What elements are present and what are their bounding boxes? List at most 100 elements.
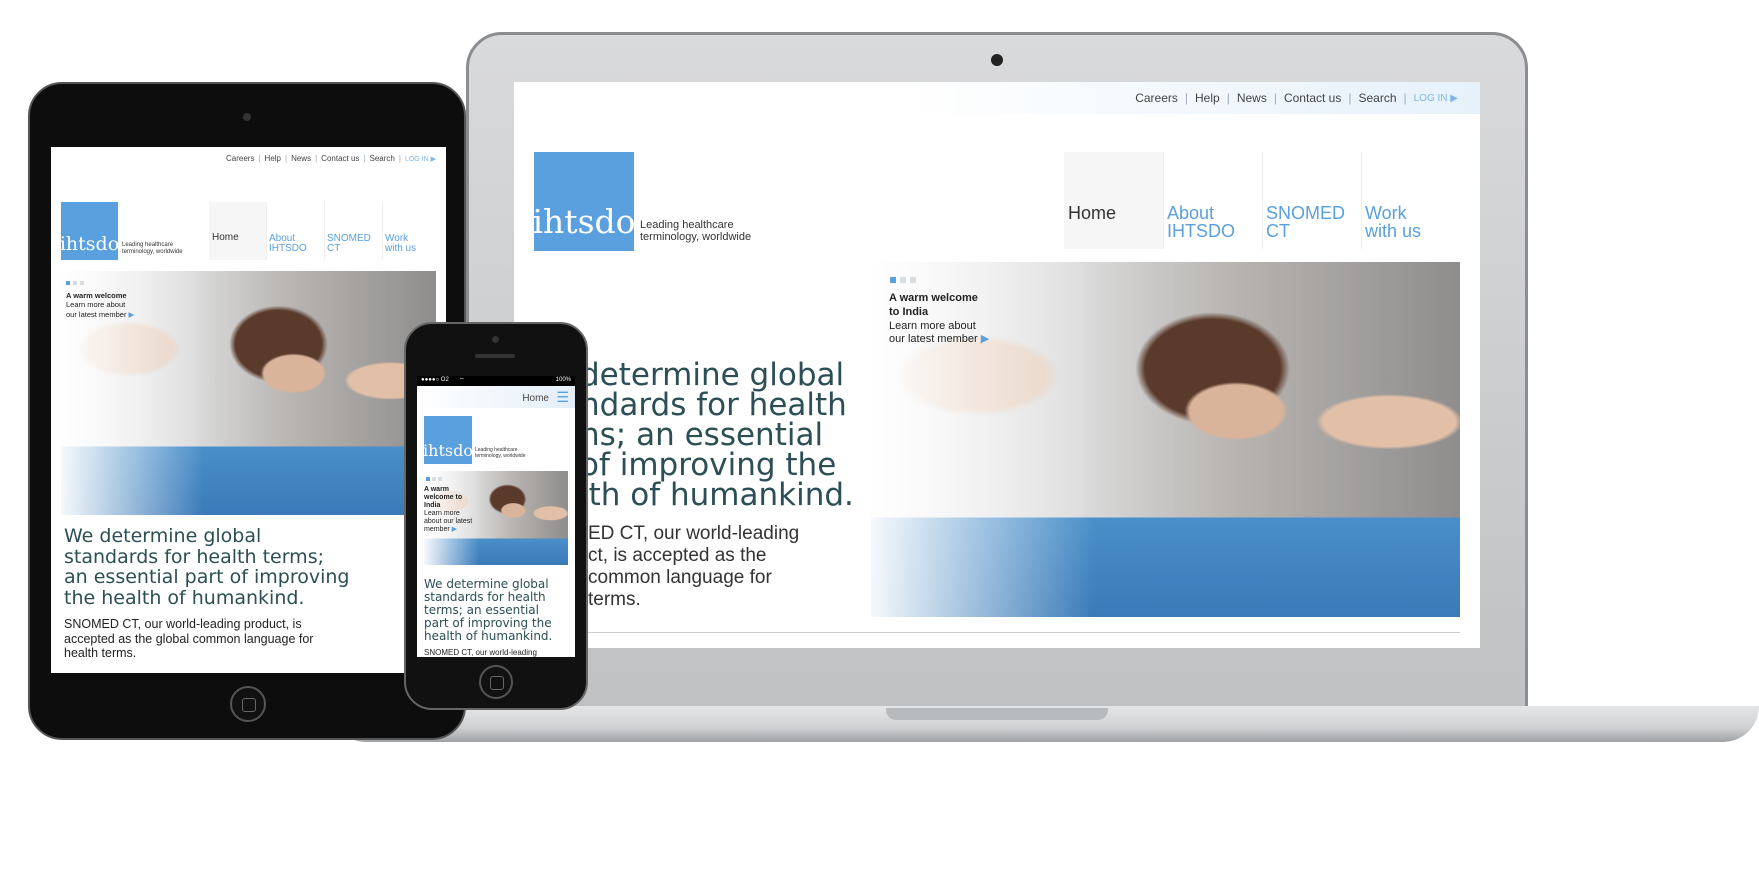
tab-about-line-1: About: [1167, 203, 1215, 223]
top-nav: Careers | Help | News | Contact us | Search |…: [226, 154, 436, 163]
tab-about-line-2: IHTSDO: [269, 243, 307, 254]
hero-body: SNOMED CT, our world-leading: [424, 648, 537, 657]
divider: [564, 632, 1460, 633]
laptop-notch: [886, 708, 1108, 720]
tab-snomed-line-2: CT: [1266, 221, 1290, 241]
tab-work[interactable]: Work with us: [1362, 152, 1461, 249]
tab-home[interactable]: Home: [209, 202, 267, 260]
nav-help-link[interactable]: Help: [265, 154, 281, 163]
carousel-dot[interactable]: [890, 277, 896, 283]
headline-line-1: We determine global: [64, 525, 262, 547]
carousel-dot[interactable]: [910, 277, 916, 283]
carousel-caption[interactable]: A warm welcome Learn more about our late…: [66, 291, 134, 319]
body-line-1: ED CT, our world-leading: [588, 523, 800, 544]
carousel-dot[interactable]: [80, 281, 84, 285]
body-line-2: ct, is accepted as the: [588, 545, 767, 566]
tab-snomed-line-1: SNOMED: [1266, 203, 1346, 223]
tablet-screen: Careers | Help | News | Contact us | Search |…: [51, 147, 446, 673]
logo-text: ihtsdo: [423, 441, 473, 460]
carousel-caption[interactable]: A warm welcome to India Learn more about…: [424, 486, 472, 534]
headline-line-3: ns; an essential: [580, 417, 824, 453]
tab-work[interactable]: Work with us: [383, 202, 441, 260]
carousel-dot[interactable]: [66, 281, 70, 285]
logo-text: ihtsdo: [59, 233, 120, 255]
main-nav: Home About IHTSDO SNOMED CT Work with us: [1064, 152, 1461, 249]
login-link[interactable]: LOG IN ▶: [405, 155, 436, 163]
headline-line-3: an essential part of improving: [64, 566, 350, 588]
headline-line-5: lth of humankind.: [580, 477, 854, 513]
carousel-dot[interactable]: [426, 477, 430, 481]
tagline: Leading healthcare terminology, worldwid…: [475, 447, 525, 459]
hero-body: SNOMED CT, our world-leading product, is…: [64, 617, 313, 661]
tablet-camera: [243, 113, 251, 121]
carousel-dots: [66, 281, 84, 285]
caption-title-1: A warm welcome: [66, 291, 127, 300]
wifi-icon: ⌔: [459, 378, 465, 384]
caption-title-2: to India: [889, 305, 929, 318]
ihtsdo-logo[interactable]: ihtsdo: [59, 202, 120, 260]
tagline: Leading healthcare terminology, worldwid…: [640, 219, 751, 243]
tab-about-line-2: IHTSDO: [1167, 221, 1236, 241]
carousel-dot[interactable]: [432, 477, 436, 481]
carousel-dot[interactable]: [438, 477, 442, 481]
headline-line-1: determine global: [580, 357, 845, 393]
caption-link-1: Learn more about: [889, 319, 976, 332]
nav-contact-link[interactable]: Contact us: [1284, 91, 1341, 105]
caption-title-3: India: [424, 502, 441, 510]
login-link[interactable]: LOG IN ▶: [1414, 93, 1458, 104]
tab-snomed[interactable]: SNOMED CT: [1263, 152, 1362, 249]
body-line-4: terms.: [588, 589, 641, 610]
tab-work-line-2: with us: [385, 243, 417, 254]
carousel-dot[interactable]: [73, 281, 77, 285]
nav-help-link[interactable]: Help: [1195, 91, 1220, 105]
nav-careers-link[interactable]: Careers: [226, 154, 254, 163]
carrier-label: ●●●●○ O2: [421, 377, 449, 383]
carousel-dot[interactable]: [900, 277, 906, 283]
nav-news-link[interactable]: News: [1237, 91, 1267, 105]
headline-line-4: the health of humankind.: [64, 586, 305, 609]
body-line-1: SNOMED CT, our world-leading product, is: [64, 617, 302, 631]
tab-about[interactable]: About IHTSDO: [267, 202, 325, 260]
ihtsdo-logo[interactable]: ihtsdo: [423, 416, 473, 464]
phone-screen: ●●●●○ O2 ⌔ 100% Home ☰ ihtsdo Leading he…: [417, 376, 575, 657]
tagline-line-2: terminology, worldwide: [640, 231, 752, 244]
tab-snomed[interactable]: SNOMED CT: [325, 202, 383, 260]
ihtsdo-logo[interactable]: ihtsdo: [533, 152, 636, 251]
tablet-home-button[interactable]: [230, 686, 266, 722]
tab-home-label: Home: [212, 232, 239, 243]
caption-title-1: A warm welcome: [889, 292, 978, 304]
tagline: Leading healthcare terminology, worldwid…: [122, 242, 183, 255]
tab-home[interactable]: Home: [1064, 152, 1164, 249]
caption-arrow-icon: ▶: [128, 309, 135, 319]
nav-contact-link[interactable]: Contact us: [321, 154, 359, 163]
body-line-2: accepted as the global common language f…: [64, 631, 314, 646]
hero-headline: determine global ndards for health ns; a…: [580, 357, 854, 513]
top-nav: Careers | Help | News | Contact us | Search |…: [1135, 91, 1458, 105]
caption-link-2: about our latest: [424, 518, 473, 526]
hero-headline: We determine global standards for health…: [424, 578, 552, 643]
tab-snomed-line-2: CT: [327, 243, 341, 254]
caption-link-1: Learn more: [424, 510, 460, 518]
tagline-line-1: Leading healthcare: [640, 219, 734, 231]
carousel-caption[interactable]: A warm welcome to India Learn more about…: [889, 292, 989, 347]
status-bar: ●●●●○ O2 ⌔ 100%: [417, 376, 575, 386]
caption-title-1: A warm: [424, 486, 450, 493]
caption-link-1: Learn more about: [66, 300, 126, 310]
nav-search-link[interactable]: Search: [1358, 91, 1396, 105]
nav-search-link[interactable]: Search: [370, 154, 395, 163]
carousel-dots: [890, 277, 916, 283]
battery-label: 100%: [555, 377, 571, 383]
headline-line-2: ndards for health: [580, 387, 847, 423]
tagline-line-1: Leading healthcare: [122, 242, 174, 248]
body-line-3: health terms.: [64, 646, 137, 660]
tab-about[interactable]: About IHTSDO: [1164, 152, 1263, 249]
phone-home-button[interactable]: [479, 665, 513, 699]
hamburger-menu-icon[interactable]: ☰: [556, 389, 569, 406]
caption-title-2: welcome to: [424, 494, 463, 502]
phone-speaker: [475, 354, 515, 358]
nav-news-link[interactable]: News: [291, 154, 311, 163]
mobile-nav-label[interactable]: Home: [522, 393, 549, 404]
nav-careers-link[interactable]: Careers: [1135, 91, 1178, 105]
tab-work-line-2: with us: [1365, 221, 1422, 241]
body-line-3: common language for: [588, 567, 772, 588]
